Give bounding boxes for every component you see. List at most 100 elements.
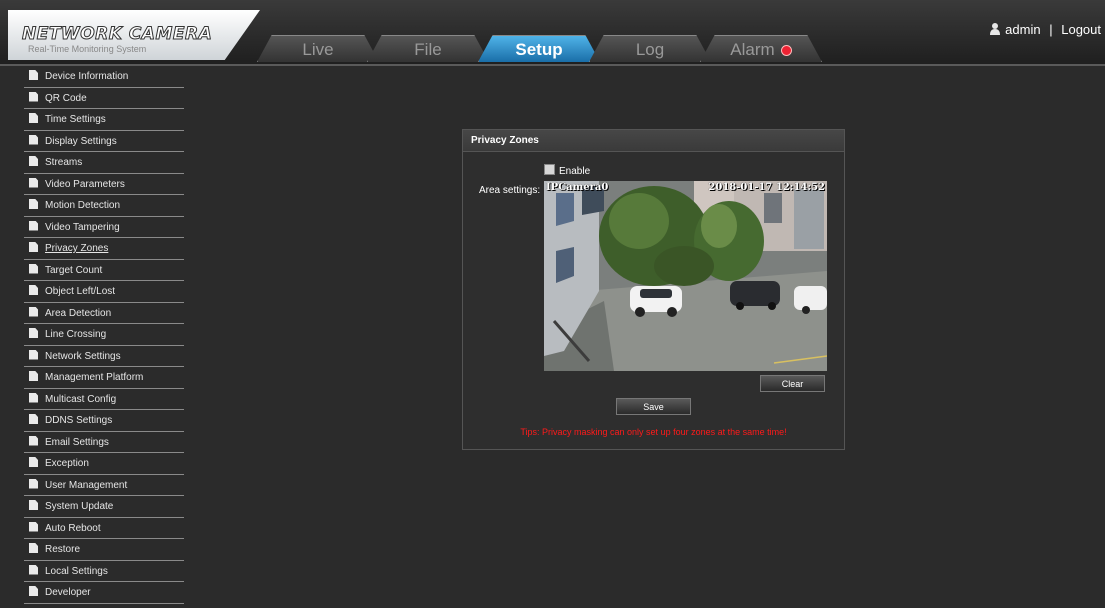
sidebar-item-label: Video Tampering — [45, 221, 120, 233]
sidebar-item-label: QR Code — [45, 92, 87, 104]
sidebar-item-management-platform[interactable]: Management Platform — [24, 367, 184, 389]
sidebar-item-multicast-config[interactable]: Multicast Config — [24, 389, 184, 410]
sidebar-item-area-detection[interactable]: Area Detection — [24, 303, 184, 324]
sidebar-item-network-settings[interactable]: Network Settings — [24, 346, 184, 367]
sidebar-item-ddns-settings[interactable]: DDNS Settings — [24, 410, 184, 432]
sidebar-item-streams[interactable]: Streams — [24, 152, 184, 174]
sidebar-item-target-count[interactable]: Target Count — [24, 260, 184, 281]
document-icon — [29, 371, 38, 381]
document-icon — [29, 457, 38, 467]
document-icon — [29, 349, 38, 360]
tab-setup[interactable]: Setup — [478, 35, 600, 62]
sidebar-item-label: Target Count — [45, 264, 103, 276]
sidebar-item-user-management[interactable]: User Management — [24, 475, 184, 496]
save-button[interactable]: Save — [616, 398, 691, 415]
sidebar-item-label: Restore — [45, 544, 81, 555]
sidebar-item-label: Streams — [45, 157, 83, 168]
user-bar: admin | Logout — [990, 22, 1101, 37]
panel-title: Privacy Zones — [463, 130, 844, 152]
username: admin — [1005, 22, 1041, 37]
sidebar-item-label: Multicast Config — [45, 393, 117, 405]
sidebar-item-exception[interactable]: Exception — [24, 453, 184, 475]
sidebar-item-time-settings[interactable]: Time Settings — [24, 109, 184, 131]
document-icon — [29, 435, 38, 446]
alarm-indicator-icon — [780, 45, 792, 57]
sidebar-item-email-settings[interactable]: Email Settings — [24, 432, 184, 453]
camera-preview[interactable]: IPCamera0 2018-01-17 12:14:52 — [544, 181, 827, 371]
privacy-zones-panel: Privacy Zones Enable Area settings: IPCa… — [462, 129, 845, 450]
document-icon — [29, 543, 38, 553]
document-icon — [29, 328, 38, 338]
tab-file[interactable]: File — [367, 35, 489, 62]
clear-button[interactable]: Clear — [760, 375, 825, 392]
sidebar-item-qr-code[interactable]: QR Code — [24, 88, 184, 109]
sidebar-item-label: Motion Detection — [45, 200, 121, 211]
sidebar-item-label: DDNS Settings — [45, 415, 113, 426]
sidebar-item-developer[interactable]: Developer — [24, 582, 184, 604]
document-icon — [29, 156, 38, 166]
sidebar-item-label: Exception — [45, 458, 89, 469]
document-icon — [29, 220, 38, 231]
sidebar-item-label: Display Settings — [45, 135, 117, 147]
sidebar-item-label: Developer — [45, 587, 91, 598]
sidebar-item-label: Object Left/Lost — [45, 286, 116, 297]
tab-setup-label: Setup — [515, 40, 563, 59]
sidebar-item-motion-detection[interactable]: Motion Detection — [24, 195, 184, 217]
sidebar-item-video-tampering[interactable]: Video Tampering — [24, 217, 184, 238]
document-icon — [29, 564, 38, 575]
enable-row: Enable — [544, 164, 590, 177]
document-icon — [29, 199, 38, 209]
sidebar-item-restore[interactable]: Restore — [24, 539, 184, 561]
sidebar-item-local-settings[interactable]: Local Settings — [24, 561, 184, 582]
sidebar-item-device-information[interactable]: Device Information — [24, 66, 184, 88]
sidebar-item-label: Time Settings — [45, 114, 106, 125]
sidebar-item-object-left-lost[interactable]: Object Left/Lost — [24, 281, 184, 303]
video-osd-timestamp: 2018-01-17 12:14:52 — [708, 182, 825, 193]
document-icon — [29, 414, 38, 424]
enable-label: Enable — [559, 166, 591, 177]
sidebar-item-auto-reboot[interactable]: Auto Reboot — [24, 518, 184, 539]
logo-title: NETWORK CAMERA — [21, 24, 213, 45]
document-icon — [29, 306, 38, 317]
sidebar-item-video-parameters[interactable]: Video Parameters — [24, 174, 184, 195]
document-icon — [29, 177, 38, 188]
document-icon — [29, 70, 38, 80]
sidebar-item-label: User Management — [45, 479, 128, 491]
enable-checkbox[interactable] — [544, 164, 555, 175]
sidebar-item-label: Local Settings — [45, 565, 108, 577]
sidebar-item-label: Auto Reboot — [45, 522, 101, 534]
logout-link[interactable]: Logout — [1061, 22, 1101, 37]
video-osd-camera-name: IPCamera0 — [546, 182, 609, 193]
tab-alarm-label: Alarm — [730, 40, 775, 59]
tab-file-label: File — [414, 40, 442, 59]
sidebar-item-system-update[interactable]: System Update — [24, 496, 184, 518]
sidebar-item-label: Device Information — [45, 71, 129, 82]
sidebar-item-display-settings[interactable]: Display Settings — [24, 131, 184, 152]
sidebar-item-label: Management Platform — [45, 372, 144, 383]
document-icon — [29, 285, 38, 295]
user-separator: | — [1049, 22, 1053, 37]
sidebar-item-label: Privacy Zones — [45, 243, 109, 254]
sidebar-item-line-crossing[interactable]: Line Crossing — [24, 324, 184, 346]
sidebar-item-privacy-zones[interactable]: Privacy Zones — [24, 238, 184, 260]
tab-log[interactable]: Log — [589, 35, 711, 62]
sidebar-item-label: Video Parameters — [45, 178, 125, 190]
settings-sidebar: Device Information QR Code Time Settings… — [24, 66, 184, 604]
save-button-label: Save — [643, 402, 664, 412]
top-header: NETWORK CAMERA Real-Time Monitoring Syst… — [0, 0, 1105, 66]
camera-scene-image — [544, 181, 827, 371]
tab-live[interactable]: Live — [257, 35, 379, 62]
privacy-tips: Tips: Privacy masking can only set up fo… — [520, 427, 787, 437]
document-icon — [29, 478, 38, 489]
document-icon — [29, 521, 38, 532]
document-icon — [29, 242, 38, 252]
area-settings-label: Area settings: — [479, 185, 541, 196]
user-icon — [990, 23, 1001, 35]
document-icon — [29, 113, 38, 123]
document-icon — [29, 134, 38, 145]
logo-subtitle: Real-Time Monitoring System — [28, 44, 147, 54]
sidebar-item-label: Line Crossing — [45, 329, 107, 340]
document-icon — [29, 91, 38, 102]
tab-alarm[interactable]: Alarm — [700, 35, 822, 62]
logo: NETWORK CAMERA Real-Time Monitoring Syst… — [8, 10, 260, 60]
